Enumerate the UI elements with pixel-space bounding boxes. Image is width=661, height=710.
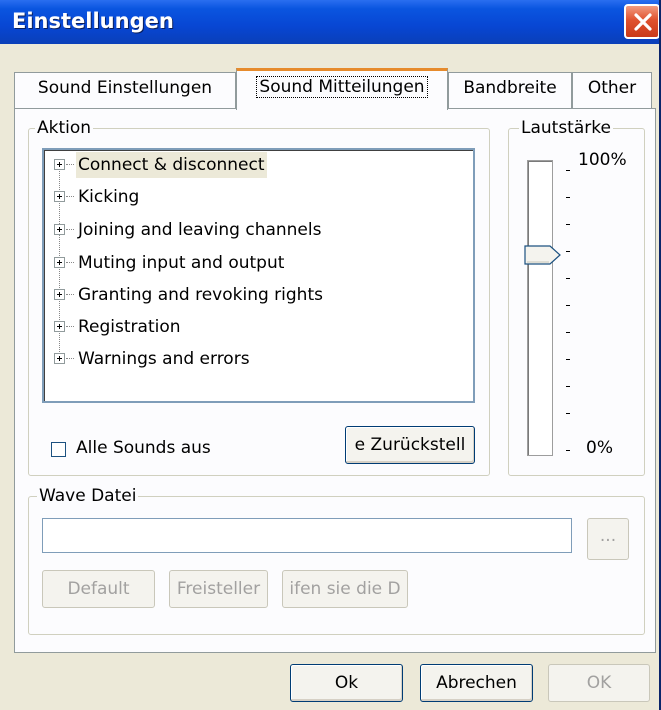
volume-tick <box>566 305 570 306</box>
tree-item-label: Registration <box>78 317 181 337</box>
tab-sound-mitteilungen[interactable]: Sound Mitteilungen <box>236 68 448 110</box>
expand-icon[interactable] <box>54 159 65 170</box>
tab-label: Sound Einstellungen <box>37 78 213 98</box>
tree-item-label: Kicking <box>78 187 140 207</box>
expand-icon[interactable] <box>54 257 65 268</box>
tab-other[interactable]: Other <box>572 72 652 108</box>
mute-all-label: Alle Sounds aus <box>76 438 211 458</box>
cancel-button[interactable]: Abrechen <box>420 664 533 702</box>
tree-item-label: Warnings and errors <box>78 349 250 369</box>
tab-sound-einstellungen[interactable]: Sound Einstellungen <box>14 72 236 108</box>
action-tree[interactable]: Connect & disconnect Kicking Joining and… <box>42 148 475 403</box>
aktion-group-label: Aktion <box>35 118 94 138</box>
volume-slider-track[interactable] <box>527 160 553 456</box>
volume-tick <box>566 278 570 279</box>
tree-item-label: Joining and leaving channels <box>78 220 322 240</box>
volume-tick <box>566 251 570 252</box>
volume-tick <box>566 450 570 451</box>
mute-all-checkbox[interactable] <box>51 442 66 457</box>
tree-item-label: Granting and revoking rights <box>78 285 323 305</box>
volume-tick <box>566 332 570 333</box>
volume-tick <box>566 359 570 360</box>
volume-tick <box>566 386 570 387</box>
settings-dialog: Einstellungen Sound Einstellungen Sound … <box>0 0 661 710</box>
tab-bandbreite[interactable]: Bandbreite <box>448 72 572 108</box>
tab-label: Other <box>587 78 637 98</box>
expand-icon[interactable] <box>54 224 65 235</box>
ok-button[interactable]: Ok <box>290 664 403 702</box>
volume-max-label: 100% <box>578 150 627 170</box>
tab-label: Bandbreite <box>463 78 557 98</box>
volume-min-label: 0% <box>586 438 613 458</box>
volume-tick <box>566 413 570 414</box>
volume-tick <box>566 170 570 171</box>
freistellen-button[interactable]: Freisteller <box>169 570 268 608</box>
tab-label: Sound Mitteilungen <box>256 76 428 98</box>
volume-slider-thumb[interactable] <box>524 244 562 266</box>
volume-group-label: Lautstärke <box>519 118 613 138</box>
default-button[interactable]: Default <box>42 570 155 608</box>
wave-file-group-label: Wave Datei <box>37 486 139 506</box>
tree-item-label: Muting input and output <box>78 253 285 273</box>
tree-item-label: Connect & disconnect <box>76 152 267 178</box>
volume-tick <box>566 224 570 225</box>
reset-button[interactable]: e Zurückstell <box>345 426 475 464</box>
wave-file-input[interactable] <box>42 518 572 553</box>
window-title: Einstellungen <box>12 9 174 33</box>
expand-icon[interactable] <box>54 321 65 332</box>
test-sound-button[interactable]: ifen sie die D <box>282 570 408 608</box>
expand-icon[interactable] <box>54 353 65 364</box>
close-button[interactable] <box>624 4 659 39</box>
close-icon <box>634 13 652 31</box>
expand-icon[interactable] <box>54 191 65 202</box>
apply-button[interactable]: OK <box>548 664 650 702</box>
browse-button[interactable]: ... <box>587 518 629 560</box>
expand-icon[interactable] <box>54 289 65 300</box>
title-bar[interactable]: Einstellungen <box>0 0 659 44</box>
volume-tick <box>566 197 570 198</box>
wave-file-group: Wave Datei <box>28 486 645 635</box>
